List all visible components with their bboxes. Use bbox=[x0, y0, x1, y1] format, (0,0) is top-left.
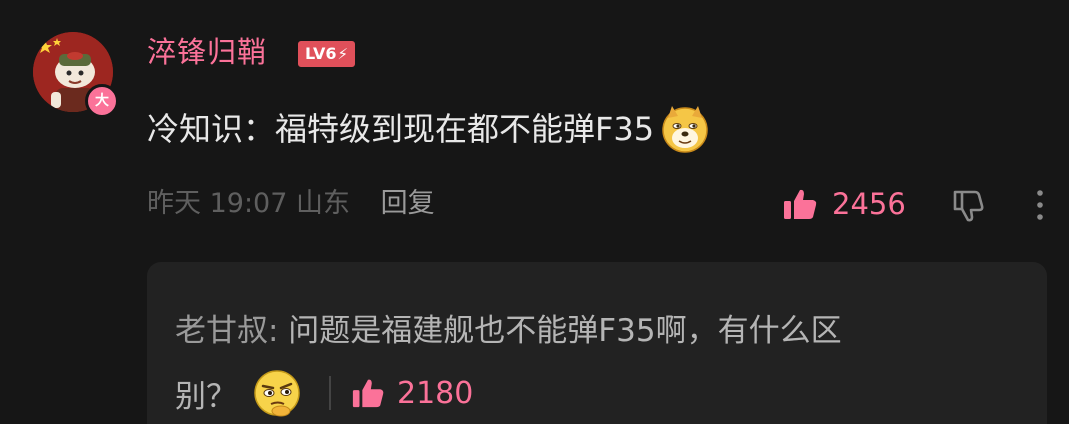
vip-badge: 大 bbox=[85, 84, 119, 118]
comment-text: 冷知识：福特级到现在都不能弹F35 bbox=[147, 104, 710, 154]
comment-page: 大 淬锋归鞘 LV6 ⚡ 冷知识：福特级到现在都不能弹F35 昨天 19:07 … bbox=[0, 0, 1069, 424]
like-button[interactable]: 2456 bbox=[782, 182, 906, 226]
thumbs-down-icon[interactable] bbox=[950, 186, 988, 224]
reply-author[interactable]: 老甘叔: bbox=[175, 313, 278, 349]
reply-text: 老甘叔: 问题是福建舰也不能弹F35啊，有什么区 bbox=[175, 300, 995, 362]
level-text: LV6 bbox=[305, 44, 337, 63]
comment-time: 昨天 19:07 bbox=[147, 188, 288, 219]
reply-button[interactable]: 回复 bbox=[381, 188, 435, 219]
comment-body: 冷知识：福特级到现在都不能弹F35 bbox=[147, 110, 655, 148]
more-options-icon[interactable] bbox=[1030, 186, 1050, 224]
level-badge: LV6 ⚡ bbox=[298, 41, 356, 67]
doge-icon bbox=[662, 106, 708, 153]
thumbs-up-icon bbox=[352, 379, 384, 408]
username[interactable]: 淬锋归鞘 bbox=[147, 30, 267, 74]
reply-preview-box[interactable]: 老甘叔: 问题是福建舰也不能弹F35啊，有什么区 别？ 2180 bbox=[147, 262, 1047, 424]
comment-meta: 昨天 19:07 山东 回复 bbox=[147, 182, 435, 226]
reply-body-line1: 问题是福建舰也不能弹F35啊，有什么区 bbox=[278, 313, 842, 349]
thumbs-up-icon bbox=[784, 189, 817, 219]
lightning-icon: ⚡ bbox=[337, 45, 349, 63]
like-count: 2456 bbox=[832, 187, 906, 221]
reply-like-count: 2180 bbox=[397, 375, 474, 411]
reply-body-line2: 别？ bbox=[175, 378, 237, 415]
avatar[interactable]: 大 bbox=[33, 32, 119, 118]
comment-location: 山东 bbox=[296, 188, 350, 219]
thinking-face-icon bbox=[254, 370, 300, 417]
reply-line2: 别？ 2180 bbox=[175, 362, 473, 424]
divider bbox=[329, 376, 331, 410]
reply-like-button[interactable]: 2180 bbox=[351, 376, 473, 411]
